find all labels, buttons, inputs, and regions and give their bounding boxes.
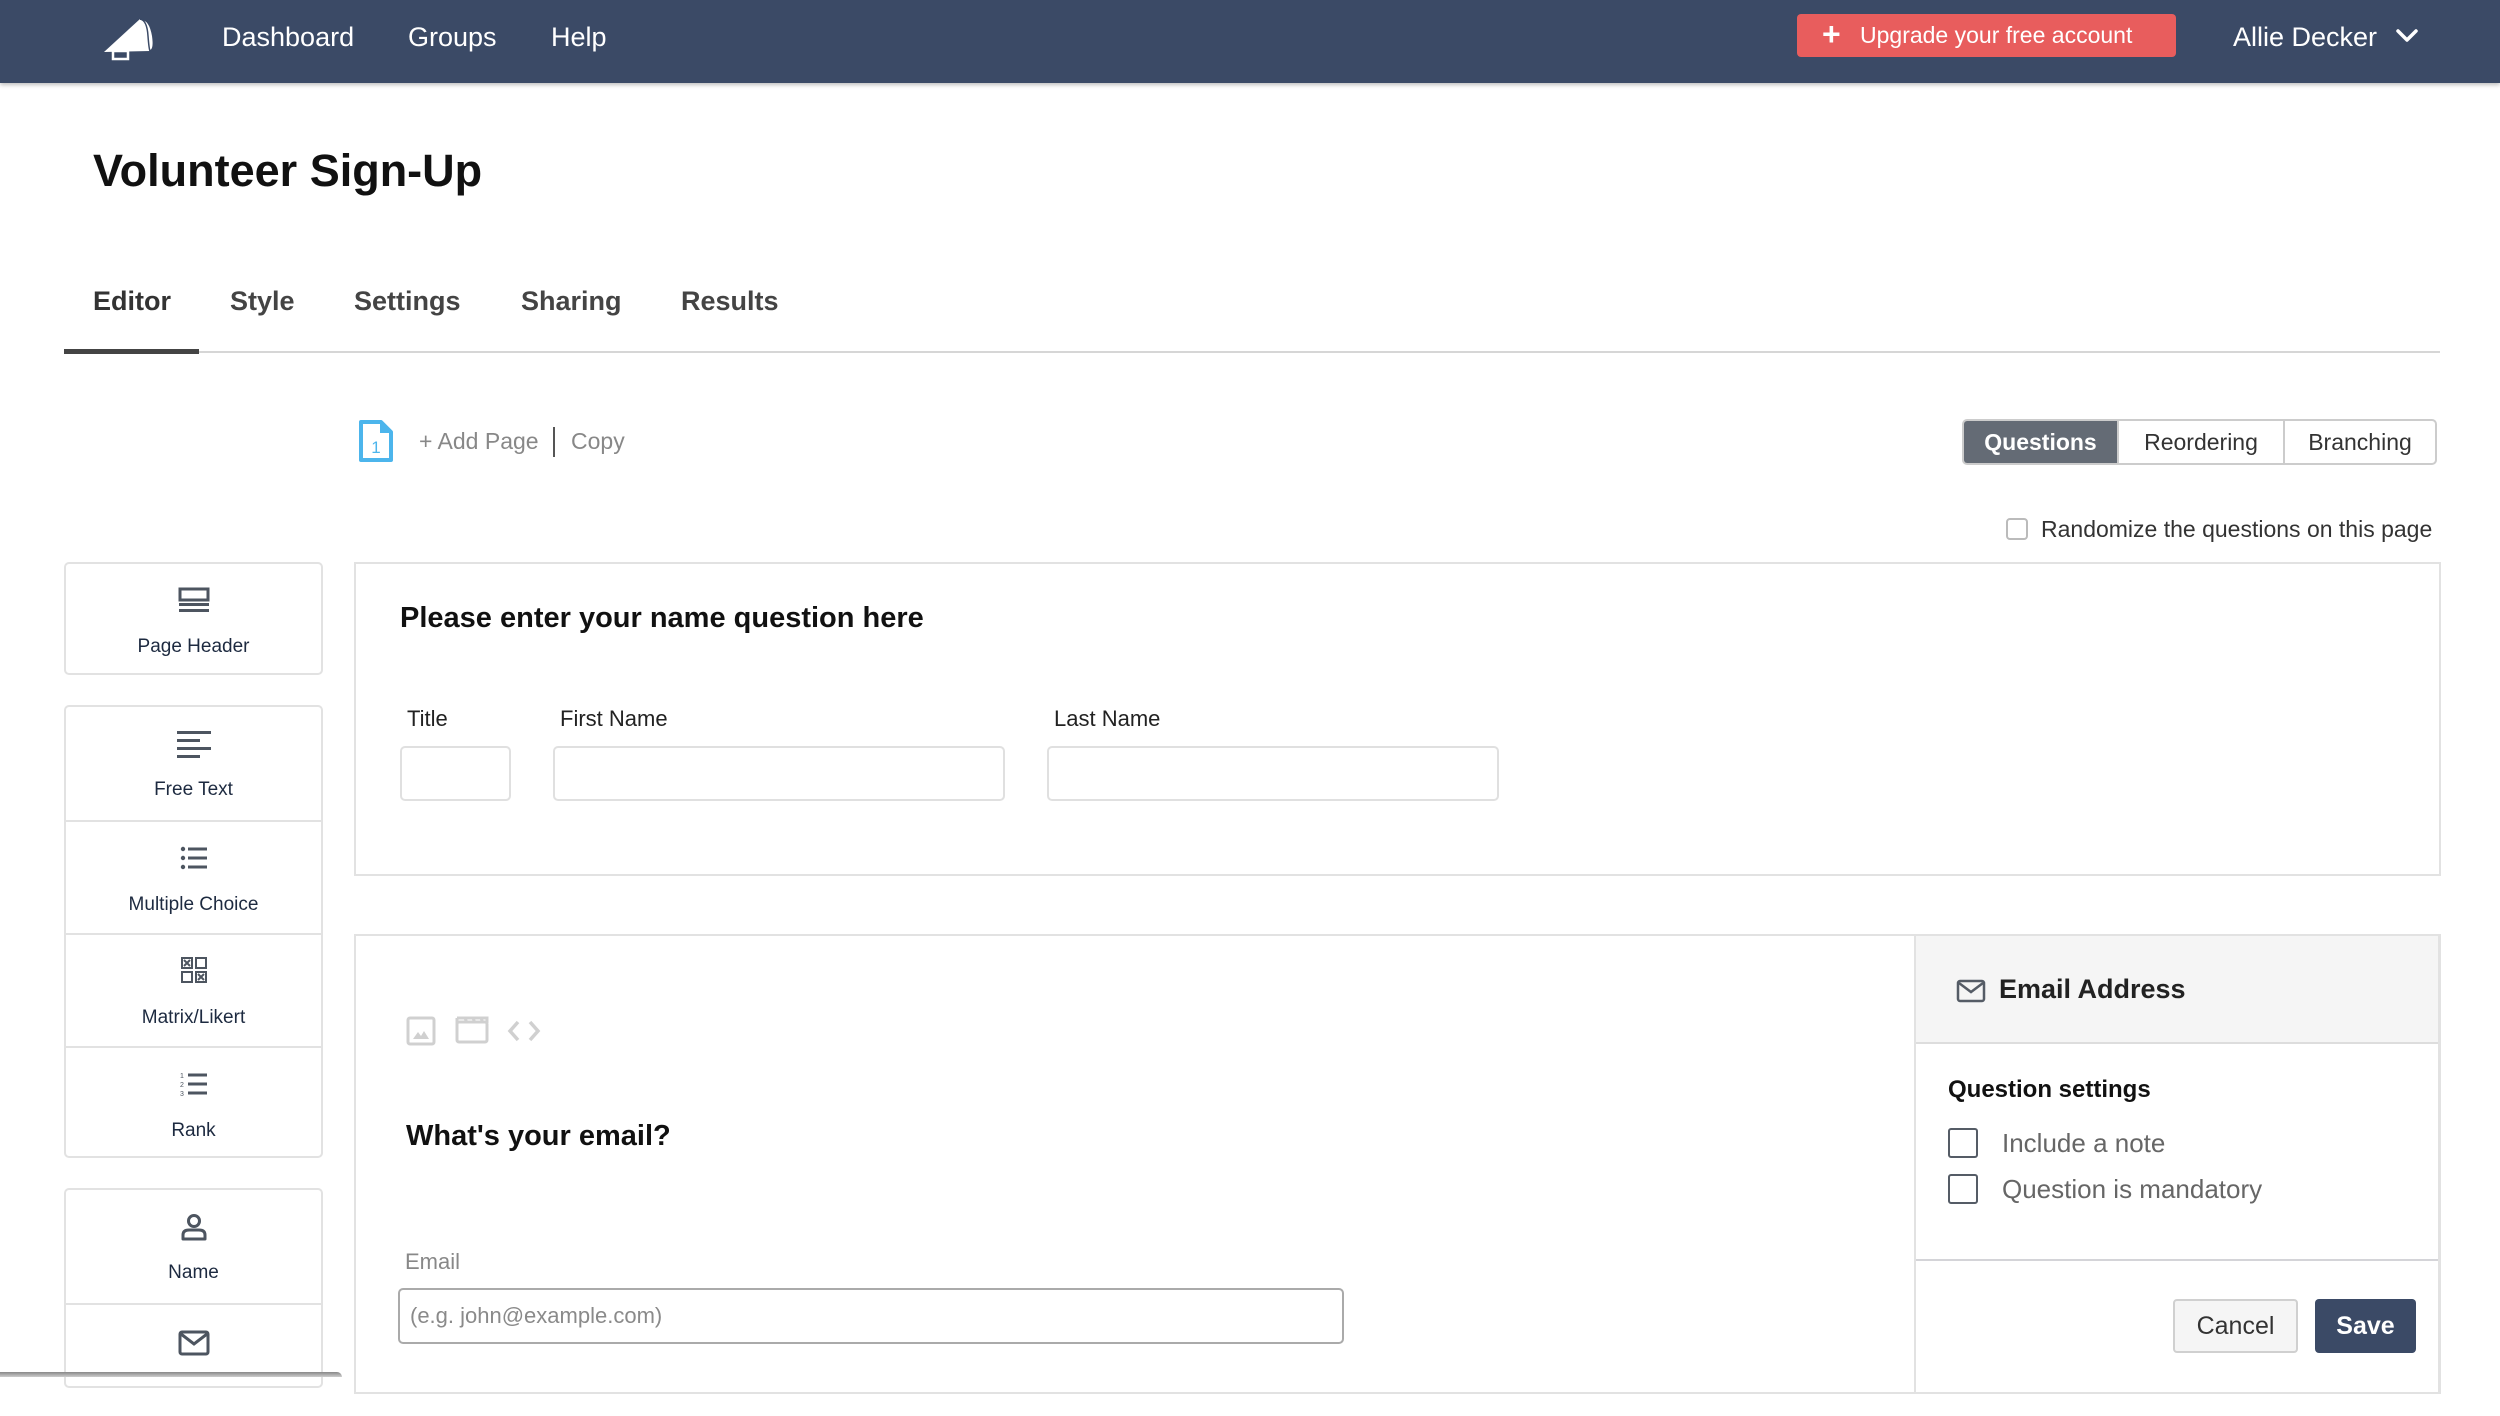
user-menu[interactable]: Allie Decker: [2233, 0, 2418, 75]
mode-reordering[interactable]: Reordering: [2117, 421, 2283, 463]
code-icon[interactable]: [507, 1019, 541, 1048]
nav-dashboard[interactable]: Dashboard: [222, 0, 354, 83]
plus-icon: +: [1822, 16, 1841, 52]
tab-results[interactable]: Results: [681, 286, 779, 317]
mode-branching[interactable]: Branching: [2283, 421, 2435, 463]
email-input[interactable]: [398, 1288, 1344, 1344]
ordered-list-icon: 1 2 3: [66, 1072, 321, 1096]
bottom-edge-shadow: [0, 1372, 342, 1377]
question-settings-heading: Question settings: [1948, 1076, 2151, 1103]
tool-group-contact: Name: [64, 1188, 323, 1388]
tool-free-text[interactable]: Free Text: [66, 707, 321, 820]
panel-divider: [1916, 1259, 2438, 1261]
tool-group-header: Page Header: [64, 562, 323, 675]
mandatory-option[interactable]: Question is mandatory: [1948, 1173, 2262, 1205]
email-question-heading[interactable]: What's your email?: [406, 1120, 671, 1153]
checkbox[interactable]: [2006, 518, 2028, 540]
title-input[interactable]: [400, 746, 511, 801]
megaphone-logo-icon[interactable]: [100, 16, 158, 67]
mandatory-checkbox[interactable]: [1948, 1174, 1978, 1204]
last-name-input[interactable]: [1047, 746, 1499, 801]
first-name-input[interactable]: [553, 746, 1005, 801]
upgrade-label: Upgrade your free account: [1860, 22, 2133, 48]
person-icon: [66, 1213, 321, 1241]
name-question-heading[interactable]: Please enter your name question here: [400, 602, 924, 635]
svg-text:2: 2: [180, 1082, 184, 1089]
tool-group-questions: Free Text Multiple Choice Matrix/Likert …: [64, 705, 323, 1158]
top-navbar: Dashboard Groups Help + Upgrade your fre…: [0, 0, 2500, 83]
tool-label: Matrix/Likert: [141, 1007, 246, 1028]
list-icon: [66, 846, 321, 870]
tab-style[interactable]: Style: [230, 286, 295, 317]
upgrade-account-button[interactable]: + Upgrade your free account: [1797, 14, 2176, 57]
tab-editor[interactable]: Editor: [93, 286, 171, 317]
randomize-questions-checkbox[interactable]: Randomize the questions on this page: [2006, 515, 2432, 543]
tool-rank[interactable]: 1 2 3 Rank: [66, 1046, 321, 1156]
mandatory-label: Question is mandatory: [2002, 1173, 2263, 1204]
toolbar-separator: [553, 427, 555, 457]
video-icon[interactable]: [455, 1016, 489, 1049]
matrix-icon: [66, 957, 321, 983]
tool-label: Rank: [171, 1120, 216, 1141]
mode-switcher: Questions Reordering Branching: [1962, 419, 2437, 465]
add-page-link[interactable]: + Add Page: [419, 428, 539, 455]
nav-groups[interactable]: Groups: [408, 0, 497, 83]
envelope-icon: [66, 1330, 321, 1356]
page-number: 1: [371, 438, 380, 457]
image-icon[interactable]: [406, 1016, 436, 1051]
active-tab-indicator: [64, 349, 199, 354]
envelope-icon: [1956, 979, 1986, 1003]
tool-matrix-likert[interactable]: Matrix/Likert: [66, 933, 321, 1046]
tool-page-header[interactable]: Page Header: [66, 564, 321, 673]
save-button[interactable]: Save: [2315, 1299, 2416, 1353]
tab-sharing[interactable]: Sharing: [521, 286, 622, 317]
tool-label: Free Text: [154, 779, 233, 800]
tool-email[interactable]: [66, 1303, 321, 1416]
nav-help[interactable]: Help: [551, 0, 607, 83]
svg-text:1: 1: [180, 1073, 184, 1080]
cancel-button[interactable]: Cancel: [2173, 1299, 2298, 1353]
free-text-icon: [66, 730, 321, 758]
last-name-field-label: Last Name: [1054, 706, 1161, 731]
tool-multiple-choice[interactable]: Multiple Choice: [66, 820, 321, 933]
copy-page-link[interactable]: Copy: [571, 428, 625, 455]
tool-label: Multiple Choice: [128, 894, 259, 915]
include-note-option[interactable]: Include a note: [1948, 1127, 2165, 1159]
include-note-label: Include a note: [2002, 1127, 2166, 1158]
email-field-label: Email: [405, 1249, 461, 1274]
mode-questions[interactable]: Questions: [1964, 421, 2117, 463]
user-name: Allie Decker: [2233, 22, 2378, 52]
panel-title: Email Address: [1999, 974, 2186, 1004]
panel-header: Email Address: [1916, 934, 2438, 1044]
tool-label: Name: [168, 1262, 219, 1283]
randomize-label: Randomize the questions on this page: [2041, 515, 2433, 542]
page-title: Volunteer Sign-Up: [93, 145, 483, 196]
title-field-label: Title: [407, 706, 448, 731]
question-settings-panel: Email Address Question settings Include …: [1914, 934, 2440, 1394]
tab-settings[interactable]: Settings: [354, 286, 461, 317]
chevron-down-icon: [2396, 29, 2418, 42]
include-note-checkbox[interactable]: [1948, 1128, 1978, 1158]
first-name-field-label: First Name: [560, 706, 668, 731]
svg-text:3: 3: [180, 1091, 184, 1096]
tool-label: Page Header: [137, 636, 250, 657]
page-document-icon[interactable]: 1: [358, 419, 394, 468]
page-header-icon: [66, 587, 321, 613]
tool-name[interactable]: Name: [66, 1190, 321, 1303]
tabs-divider: [64, 351, 2440, 353]
